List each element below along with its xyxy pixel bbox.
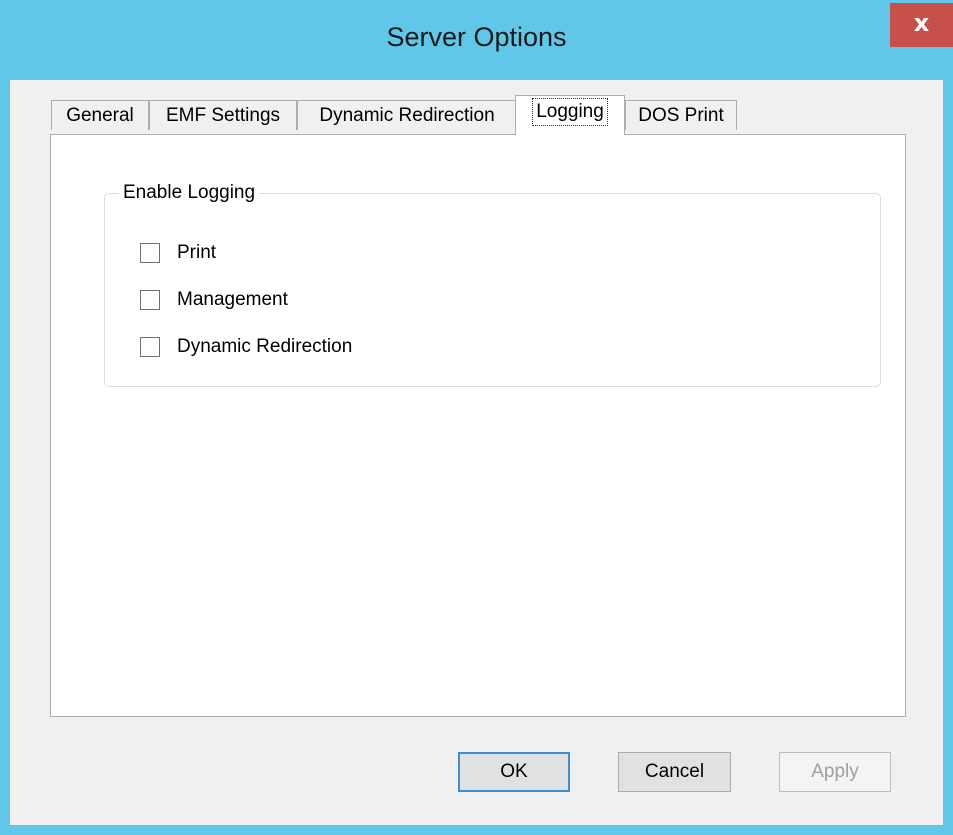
tab-logging[interactable]: Logging (515, 95, 625, 135)
tab-general[interactable]: General (51, 100, 149, 130)
print-label[interactable]: Print (177, 242, 216, 264)
window-title: Server Options (386, 22, 567, 52)
tab-strip: General EMF Settings Dynamic Redirection… (10, 80, 943, 140)
print-checkbox[interactable] (140, 243, 160, 263)
tab-emf-settings[interactable]: EMF Settings (149, 100, 297, 130)
dynamic-redirection-checkbox[interactable] (140, 337, 160, 357)
management-label[interactable]: Management (177, 289, 288, 311)
tab-label: EMF Settings (165, 105, 281, 126)
dynamic-redirection-option[interactable]: Dynamic Redirection (140, 335, 352, 359)
tab-label: General (66, 105, 134, 126)
dialog-client-area: General EMF Settings Dynamic Redirection… (10, 80, 943, 825)
tab-label: Logging (532, 98, 608, 126)
management-checkbox[interactable] (140, 290, 160, 310)
cancel-button[interactable]: Cancel (618, 752, 731, 792)
tab-label: Dynamic Redirection (319, 105, 495, 126)
apply-button[interactable]: Apply (779, 752, 891, 792)
tab-dos-print[interactable]: DOS Print (625, 100, 737, 130)
management-option[interactable]: Management (140, 288, 288, 312)
print-option[interactable]: Print (140, 241, 216, 265)
server-options-window: Server Options x General EMF Settings Dy… (0, 0, 953, 835)
tab-label: DOS Print (638, 105, 724, 126)
tab-dynamic-redirection[interactable]: Dynamic Redirection (297, 100, 517, 130)
title-bar[interactable]: Server Options x (0, 0, 953, 80)
enable-logging-group: Enable Logging Print Management Dynamic … (104, 182, 881, 387)
dynamic-redirection-label[interactable]: Dynamic Redirection (177, 336, 352, 358)
close-button[interactable]: x (890, 3, 953, 47)
group-title: Enable Logging (119, 182, 260, 204)
logging-tab-panel: Enable Logging Print Management Dynamic … (50, 134, 906, 717)
ok-button[interactable]: OK (458, 752, 570, 792)
